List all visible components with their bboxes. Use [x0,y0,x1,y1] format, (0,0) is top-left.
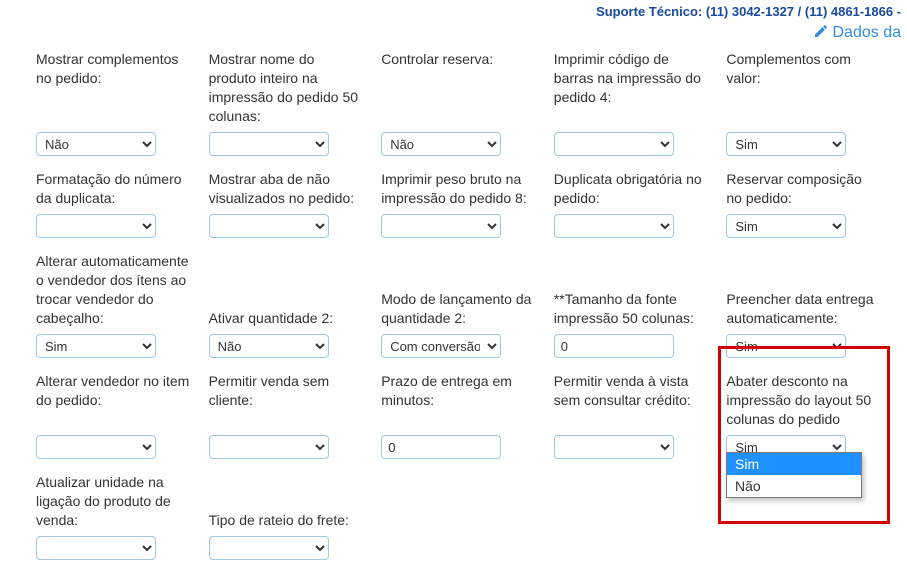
field-complementos-com-valor: Complementos com valor: Sim [726,50,881,156]
field-aba-nao-visualizados: Mostrar aba de não visualizados no pedid… [209,170,364,238]
field-reservar-composicao: Reservar composição no pedido: Sim [726,170,881,238]
label-atualizar-unidade-ligacao: Atualizar unidade na ligação do produto … [36,473,191,530]
label-modo-lancamento-qtd2: Modo de lançamento da quantidade 2: [381,252,536,328]
label-duplicata-obrigatoria: Duplicata obrigatória no pedido: [554,170,709,208]
select-modo-lancamento-qtd2[interactable]: Com conversão [381,334,501,358]
select-permitir-venda-vista[interactable] [554,435,674,459]
select-alterar-vendedor-item[interactable] [36,435,156,459]
field-duplicata-obrigatoria: Duplicata obrigatória no pedido: [554,170,709,238]
field-atualizar-unidade-ligacao: Atualizar unidade na ligação do produto … [36,473,191,560]
label-prazo-entrega-min: Prazo de entrega em minutos: [381,372,536,429]
label-ativar-qtd2: Ativar quantidade 2: [209,252,364,328]
field-imprimir-peso-bruto-8: Imprimir peso bruto na impressão do pedi… [381,170,536,238]
field-mostrar-nome-produto-50col: Mostrar nome do produto inteiro na impre… [209,50,364,156]
select-mostrar-nome-produto-50col[interactable] [209,132,329,156]
select-permitir-venda-sem-cliente[interactable] [209,435,329,459]
field-alterar-vendedor-itens: Alterar automaticamente o vendedor dos í… [36,252,191,358]
label-imprimir-peso-bruto-8: Imprimir peso bruto na impressão do pedi… [381,170,536,208]
edit-data-link[interactable]: Dados da [0,19,907,50]
select-controlar-reserva[interactable]: Não [381,132,501,156]
label-preencher-data-entrega: Preencher data entrega automaticamente: [726,252,881,328]
top-support-bar: Suporte Técnico: (11) 3042-1327 / (11) 4… [0,0,907,19]
label-permitir-venda-sem-cliente: Permitir venda sem cliente: [209,372,364,429]
field-tamanho-fonte-50col: **Tamanho da fonte impressão 50 colunas: [554,252,709,358]
label-mostrar-nome-produto-50col: Mostrar nome do produto inteiro na impre… [209,50,364,126]
field-prazo-entrega-min: Prazo de entrega em minutos: [381,372,536,459]
field-permitir-venda-sem-cliente: Permitir venda sem cliente: [209,372,364,459]
select-tipo-rateio-frete[interactable] [209,536,329,560]
field-formatacao-numero-duplicata: Formatação do número da duplicata: [36,170,191,238]
select-atualizar-unidade-ligacao[interactable] [36,536,156,560]
label-mostrar-complementos: Mostrar complementos no pedido: [36,50,191,126]
field-tipo-rateio-frete: Tipo de rateio do frete: [209,473,364,560]
label-alterar-vendedor-itens: Alterar automaticamente o vendedor dos í… [36,252,191,328]
select-ativar-qtd2[interactable]: Não [209,334,329,358]
input-prazo-entrega-min[interactable] [381,435,501,459]
field-mostrar-complementos: Mostrar complementos no pedido: Não [36,50,191,156]
select-mostrar-complementos[interactable]: Não [36,132,156,156]
empty-cell-r5c4 [554,473,709,560]
input-tamanho-fonte-50col[interactable] [554,334,674,358]
label-tamanho-fonte-50col: **Tamanho da fonte impressão 50 colunas: [554,252,709,328]
select-reservar-composicao[interactable]: Sim [726,214,846,238]
settings-grid: Mostrar complementos no pedido: Não Most… [0,50,907,580]
field-permitir-venda-vista: Permitir venda à vista sem consultar cré… [554,372,709,459]
field-modo-lancamento-qtd2: Modo de lançamento da quantidade 2: Com … [381,252,536,358]
empty-cell-r5c3 [381,473,536,560]
label-complementos-com-valor: Complementos com valor: [726,50,881,126]
select-imprimir-cod-barras-4[interactable] [554,132,674,156]
field-ativar-qtd2: Ativar quantidade 2: Não [209,252,364,358]
label-aba-nao-visualizados: Mostrar aba de não visualizados no pedid… [209,170,364,208]
label-permitir-venda-vista: Permitir venda à vista sem consultar cré… [554,372,709,429]
support-phone-text: Suporte Técnico: (11) 3042-1327 / (11) 4… [596,4,901,19]
select-duplicata-obrigatoria[interactable] [554,214,674,238]
label-controlar-reserva: Controlar reserva: [381,50,536,126]
label-abater-desconto-50col: Abater desconto na impressão do layout 5… [726,372,881,429]
field-alterar-vendedor-item: Alterar vendedor no item do pedido: [36,372,191,459]
field-controlar-reserva: Controlar reserva: Não [381,50,536,156]
edit-icon [813,23,829,44]
select-preencher-data-entrega[interactable]: Sim [726,334,846,358]
field-preencher-data-entrega: Preencher data entrega automaticamente: … [726,252,881,358]
field-abater-desconto-50col: Abater desconto na impressão do layout 5… [726,372,881,459]
label-reservar-composicao: Reservar composição no pedido: [726,170,881,208]
dropdown-option-sim[interactable]: Sim [727,453,861,475]
label-imprimir-cod-barras-4: Imprimir código de barras na impressão d… [554,50,709,126]
edit-data-text: Dados da [833,24,902,41]
select-alterar-vendedor-itens[interactable]: Sim [36,334,156,358]
select-aba-nao-visualizados[interactable] [209,214,329,238]
label-formatacao-numero-duplicata: Formatação do número da duplicata: [36,170,191,208]
dropdown-open-abater-desconto[interactable]: Sim Não [726,452,862,498]
dropdown-option-nao[interactable]: Não [727,475,861,497]
field-imprimir-cod-barras-4: Imprimir código de barras na impressão d… [554,50,709,156]
select-complementos-com-valor[interactable]: Sim [726,132,846,156]
select-formatacao-numero-duplicata[interactable] [36,214,156,238]
select-imprimir-peso-bruto-8[interactable] [381,214,501,238]
label-alterar-vendedor-item: Alterar vendedor no item do pedido: [36,372,191,429]
label-tipo-rateio-frete: Tipo de rateio do frete: [209,473,364,530]
